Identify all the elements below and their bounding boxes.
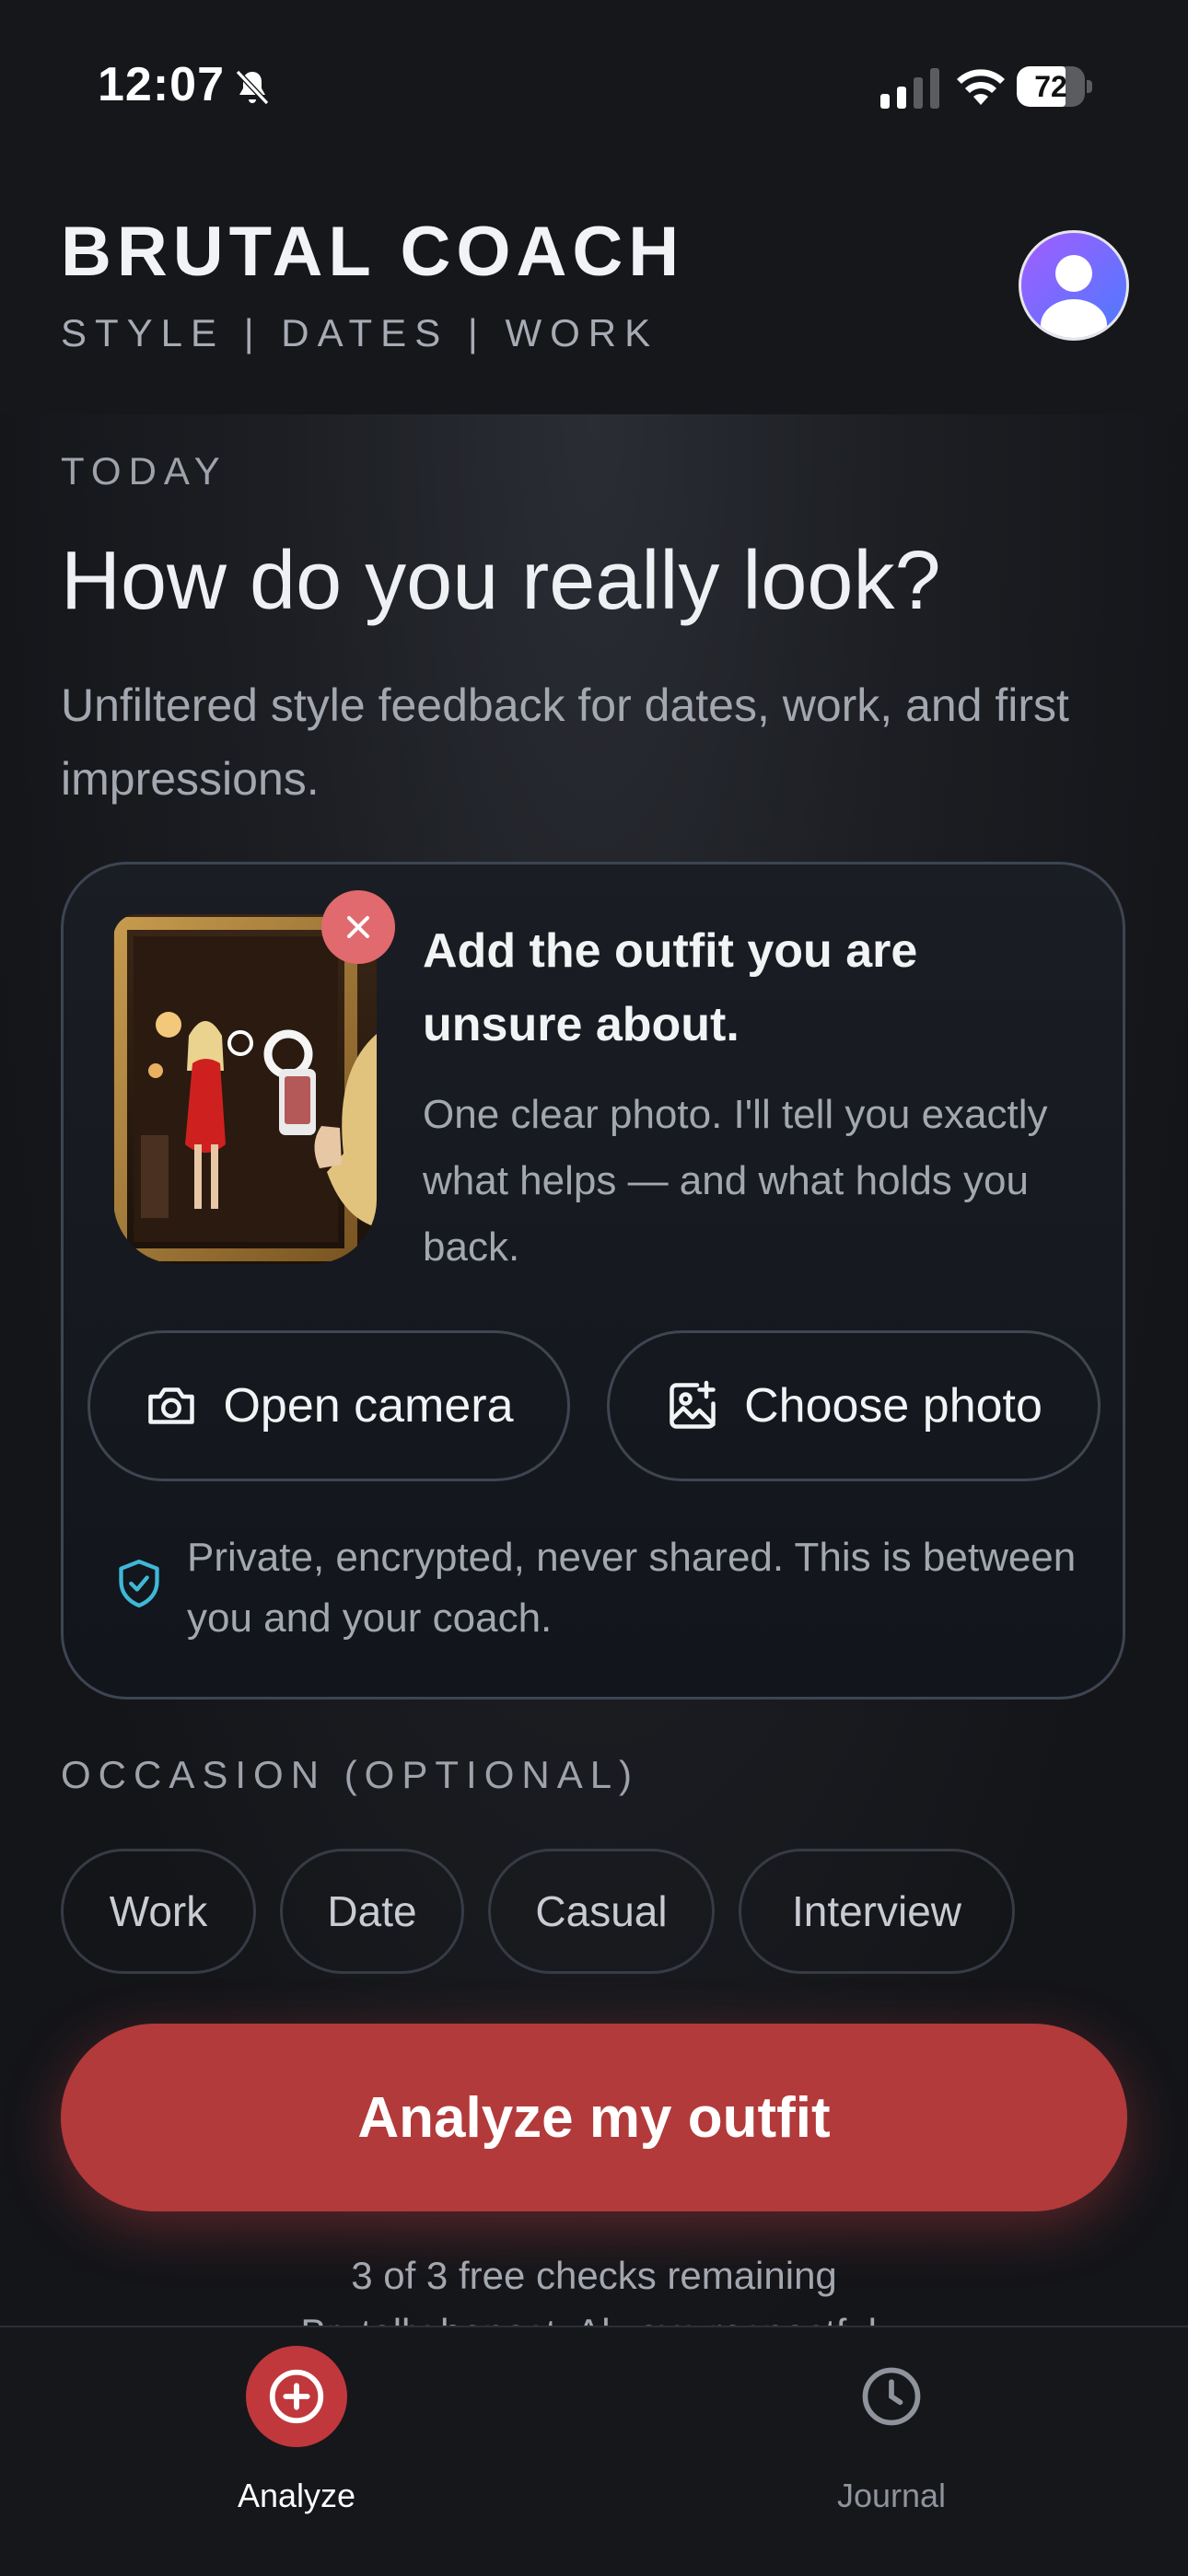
app-tagline: STYLE | DATES | WORK [61, 311, 659, 354]
choose-photo-button[interactable]: Choose photo [607, 1330, 1101, 1481]
wifi-icon [957, 69, 1005, 105]
outfit-photo-thumbnail[interactable] [113, 914, 377, 1264]
occasion-chip-interview[interactable]: Interview [739, 1849, 1015, 1974]
bottom-tab-bar: Analyze Journal [0, 2326, 1188, 2576]
app-title: BRUTAL COACH [61, 213, 685, 291]
battery-indicator: 72 [1017, 66, 1092, 107]
plus-circle-icon [269, 2369, 324, 2424]
tab-analyze-label: Analyze [237, 2477, 356, 2514]
outfit-photo [113, 914, 377, 1264]
camera-icon [148, 1387, 195, 1424]
occasion-chip-date[interactable]: Date [280, 1849, 464, 1974]
analyze-outfit-button[interactable]: Analyze my outfit [61, 2024, 1127, 2211]
profile-avatar[interactable] [1019, 230, 1129, 341]
tab-journal[interactable]: Journal [753, 2346, 1030, 2530]
occasion-label: OCCASION (OPTIONAL) [61, 1753, 640, 1796]
tab-journal-label: Journal [836, 2477, 947, 2514]
tab-journal-icon-bg [841, 2346, 942, 2447]
page-subtitle: Unfiltered style feedback for dates, wor… [61, 679, 1069, 805]
remove-photo-button[interactable] [321, 890, 395, 964]
free-checks-remaining: 3 of 3 free checks remaining [351, 2254, 837, 2297]
open-camera-label: Open camera [223, 1379, 514, 1433]
tab-analyze[interactable]: Analyze [158, 2346, 435, 2530]
tab-analyze-icon-bg [246, 2346, 347, 2447]
occasion-chip-casual[interactable]: Casual [488, 1849, 715, 1974]
user-icon [1041, 255, 1107, 338]
clock-icon [862, 2367, 921, 2426]
section-label: TODAY [61, 449, 227, 493]
choose-photo-label: Choose photo [744, 1379, 1042, 1433]
upload-card: Add the outfit you are unsure about. One… [61, 862, 1125, 1700]
status-bar: 12:07 72 [0, 0, 1188, 175]
bell-slash-icon [235, 69, 270, 106]
shield-check-icon [119, 1559, 159, 1607]
app-header: BRUTAL COACH STYLE | DATES | WORK [0, 175, 1188, 414]
open-camera-button[interactable]: Open camera [87, 1330, 570, 1481]
main-content: TODAY How do you really look? Unfiltered… [0, 414, 1188, 2354]
close-icon [347, 916, 369, 938]
cellular-signal-icon [880, 68, 939, 109]
page-headline: How do you really look? [61, 535, 941, 627]
privacy-note: Private, encrypted, never shared. This i… [187, 1535, 1077, 1641]
upload-card-title: Add the outfit you are unsure about. [423, 924, 918, 1051]
occasion-chip-work[interactable]: Work [61, 1849, 256, 1974]
battery-percent: 72 [1034, 70, 1067, 103]
image-plus-icon [670, 1380, 716, 1429]
status-time: 12:07 [98, 58, 225, 111]
upload-card-description: One clear photo. I'll tell you exactly w… [423, 1092, 1048, 1270]
